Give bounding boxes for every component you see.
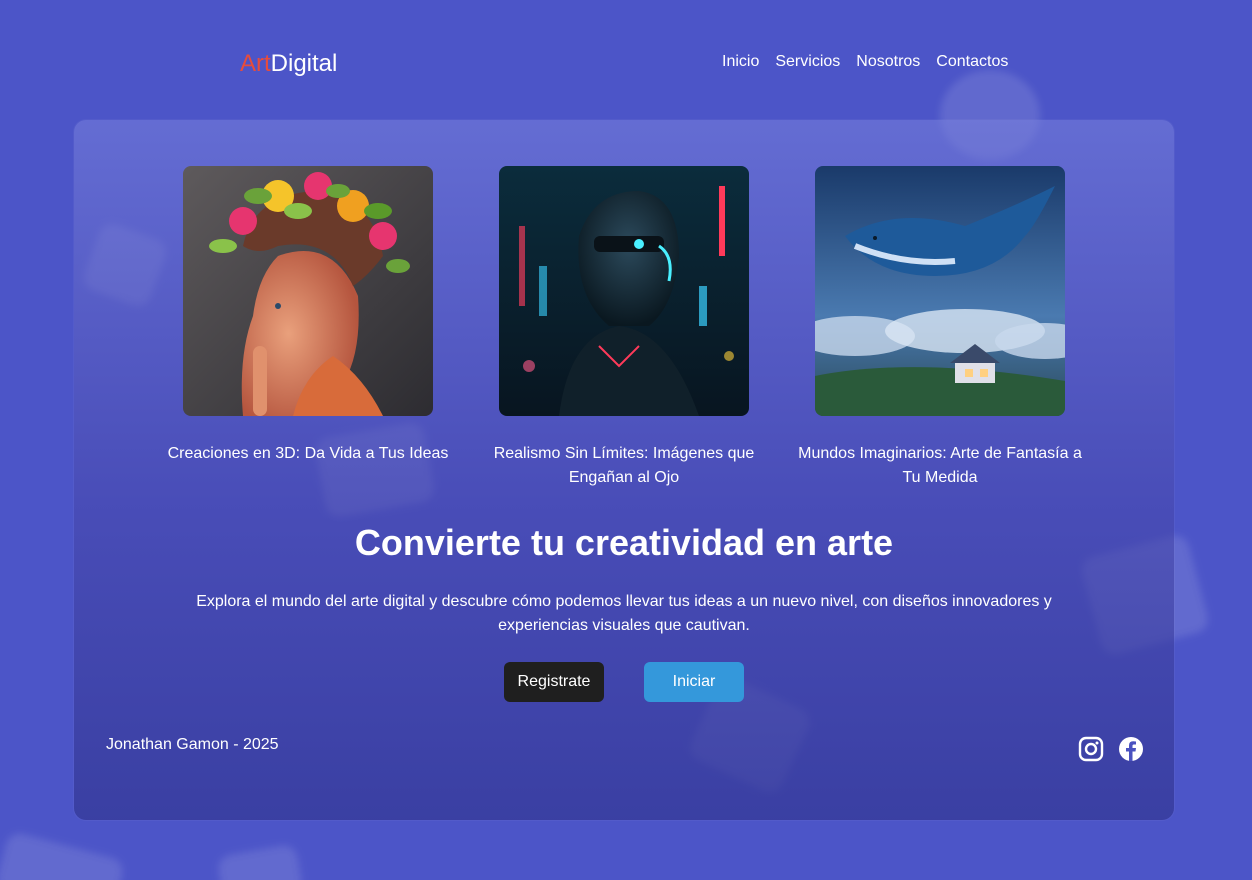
site-header: ArtDigital Inicio Servicios Nosotros Con…	[0, 0, 1252, 120]
woman-flower-crown-image	[183, 166, 433, 416]
nav-link-servicios[interactable]: Servicios	[775, 53, 840, 71]
gallery-caption: Mundos Imaginarios: Arte de Fantasía a T…	[798, 445, 1082, 486]
nav-link-contactos[interactable]: Contactos	[936, 53, 1008, 71]
social-links	[1078, 736, 1144, 762]
gallery-item: Realismo Sin Límites: Imágenes que Engañ…	[466, 166, 782, 490]
gallery: Creaciones en 3D: Da Vida a Tus Ideas Re…	[74, 166, 1174, 490]
main-card: Creaciones en 3D: Da Vida a Tus Ideas Re…	[74, 120, 1174, 820]
cyberpunk-robot-image	[499, 166, 749, 416]
hero-description: Explora el mundo del arte digital y desc…	[196, 593, 1052, 634]
gallery-item: Creaciones en 3D: Da Vida a Tus Ideas	[150, 166, 466, 490]
instagram-icon[interactable]	[1078, 736, 1104, 762]
nav-link-inicio[interactable]: Inicio	[722, 53, 759, 71]
brand-logo-text: Digital	[270, 50, 338, 77]
brand-logo-accent: Art	[240, 50, 271, 77]
background-shape	[216, 843, 304, 880]
footer-credit: Jonathan Gamon - 2025	[106, 736, 279, 753]
gallery-caption: Realismo Sin Límites: Imágenes que Engañ…	[493, 445, 755, 486]
nav-link-nosotros[interactable]: Nosotros	[856, 53, 920, 71]
start-button[interactable]: Iniciar	[644, 662, 744, 702]
gallery-item: Mundos Imaginarios: Arte de Fantasía a T…	[782, 166, 1098, 490]
register-button[interactable]: Registrate	[504, 662, 604, 702]
hero-title: Convierte tu creatividad en arte	[354, 522, 894, 563]
gallery-caption: Creaciones en 3D: Da Vida a Tus Ideas	[167, 445, 449, 462]
facebook-icon[interactable]	[1118, 736, 1144, 762]
brand-logo[interactable]: ArtDigital	[240, 50, 337, 78]
flying-whale-image	[815, 166, 1065, 416]
background-shape	[0, 830, 126, 880]
main-nav: Inicio Servicios Nosotros Contactos	[722, 53, 1008, 71]
